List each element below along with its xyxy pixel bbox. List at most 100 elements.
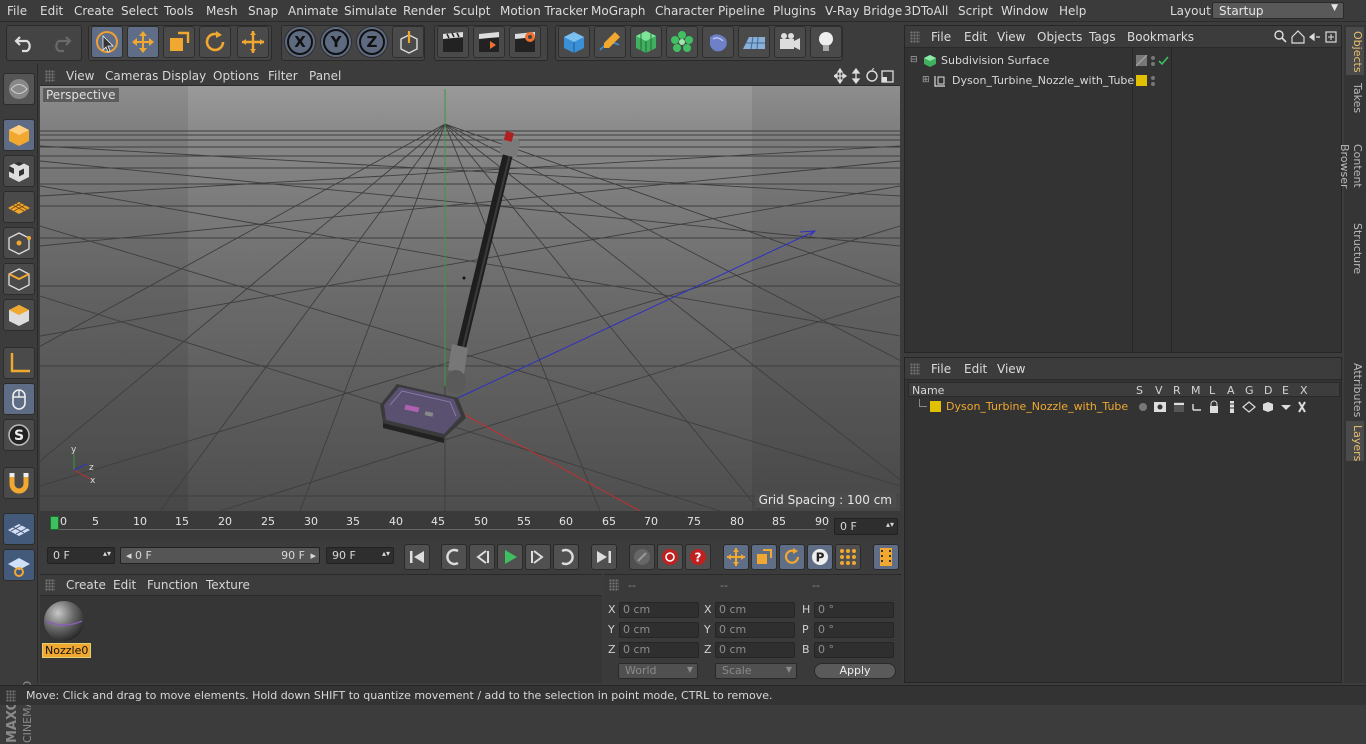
column-animation[interactable]: A (1227, 384, 1235, 397)
tab-takes[interactable]: Takes (1346, 79, 1364, 115)
size-mode-select[interactable]: Scale ▼ (715, 663, 797, 679)
key-pla-button[interactable] (835, 544, 861, 570)
menu-3dtoall[interactable]: 3DToAll (904, 4, 948, 18)
menu-animate[interactable]: Animate (288, 4, 338, 18)
objects-menu-edit[interactable]: Edit (964, 30, 987, 44)
tweak-mode-button[interactable] (3, 383, 35, 415)
key-scale-button[interactable] (751, 544, 777, 570)
current-frame-field[interactable]: 0 F ▴▾ (834, 518, 898, 535)
go-to-start-button[interactable] (404, 544, 430, 570)
menu-create[interactable]: Create (74, 4, 114, 18)
workplane-lock-button[interactable] (3, 513, 35, 545)
column-solo[interactable]: S (1136, 384, 1143, 397)
points-mode-button[interactable] (3, 227, 35, 259)
coordinate-mode-select[interactable]: World ▼ (618, 663, 698, 679)
autokey-button[interactable]: ? (685, 544, 711, 570)
rotation-p-field[interactable]: 0 ° (814, 622, 894, 638)
layer-color-tag[interactable] (1136, 74, 1158, 88)
menu-mograph[interactable]: MoGraph (591, 4, 646, 18)
tab-content-browser[interactable]: Content Browser (1338, 121, 1364, 211)
next-key-button[interactable] (553, 544, 579, 570)
key-rotation-button[interactable] (779, 544, 805, 570)
viewport-menu-display[interactable]: Display (162, 69, 206, 83)
layer-color-swatch[interactable] (930, 401, 941, 412)
workplane-mode-button[interactable] (3, 191, 35, 223)
menu-edit[interactable]: Edit (40, 4, 63, 18)
expand-icon[interactable]: ⊞ (922, 75, 930, 85)
floor-button[interactable] (738, 26, 770, 58)
column-deformers[interactable]: D (1264, 384, 1272, 397)
objects-menu-file[interactable]: File (931, 30, 951, 44)
column-manager[interactable]: M (1191, 384, 1201, 397)
undo-button[interactable] (9, 26, 41, 58)
rotate-tool-button[interactable] (199, 26, 231, 58)
key-position-button[interactable] (723, 544, 749, 570)
light-button[interactable] (810, 26, 842, 58)
collapse-icon[interactable]: ⊟ (910, 55, 918, 65)
texture-mode-button[interactable] (3, 155, 35, 187)
record-off-button[interactable] (629, 544, 655, 570)
rotation-b-field[interactable]: 0 ° (814, 642, 894, 658)
camera-button[interactable] (774, 26, 806, 58)
position-y-field[interactable]: 0 cm (619, 622, 699, 638)
column-expressions[interactable]: E (1282, 384, 1289, 397)
objects-menu-tags[interactable]: Tags (1089, 30, 1116, 44)
play-button[interactable] (497, 544, 523, 570)
previous-key-button[interactable] (441, 544, 467, 570)
edges-mode-button[interactable] (3, 263, 35, 295)
layout-select[interactable]: Startup ▼ (1212, 2, 1344, 19)
material-name[interactable]: Nozzle0 (42, 643, 92, 658)
object-name[interactable]: Dyson_Turbine_Nozzle_with_Tube (952, 74, 1134, 87)
viewport-menu-view[interactable]: View (66, 69, 94, 83)
menu-select[interactable]: Select (121, 4, 158, 18)
camera-label[interactable]: Perspective (43, 88, 119, 102)
render-picture-viewer-button[interactable] (473, 26, 505, 58)
3d-viewport[interactable]: Perspective y z x Grid Spacing : 100 cm (40, 86, 900, 511)
column-locked[interactable]: L (1209, 384, 1215, 397)
menu-file[interactable]: File (7, 4, 27, 18)
object-row-subdivision-surface[interactable]: ⊟ Subdivision Surface (905, 51, 1341, 71)
size-x-field[interactable]: 0 cm (715, 602, 795, 618)
tab-layers[interactable]: Layers (1346, 421, 1364, 461)
z-axis-lock-button[interactable]: Z (356, 26, 388, 58)
position-x-field[interactable]: 0 cm (619, 602, 699, 618)
menu-snap[interactable]: Snap (248, 4, 278, 18)
cube-primitive-button[interactable] (558, 26, 590, 58)
rotation-h-field[interactable]: 0 ° (814, 602, 894, 618)
polygons-mode-button[interactable] (3, 299, 35, 331)
column-xref[interactable]: X (1300, 384, 1308, 397)
subdivision-surface-button[interactable] (630, 26, 662, 58)
key-parameter-button[interactable]: P (807, 544, 833, 570)
objects-menu-view[interactable]: View (997, 30, 1025, 44)
size-y-field[interactable]: 0 cm (715, 622, 795, 638)
axis-mode-button[interactable] (3, 347, 35, 379)
y-axis-lock-button[interactable]: Y (320, 26, 352, 58)
position-z-field[interactable]: 0 cm (619, 642, 699, 658)
timeline-ruler[interactable]: 0 5 10 15 20 25 30 35 40 45 50 55 60 70 … (40, 511, 902, 541)
layers-menu-file[interactable]: File (931, 362, 951, 376)
menu-tools[interactable]: Tools (164, 4, 194, 18)
object-name[interactable]: Subdivision Surface (941, 54, 1049, 67)
menu-character[interactable]: Character (655, 4, 714, 18)
viewport-menu-panel[interactable]: Panel (309, 69, 341, 83)
material-menu-create[interactable]: Create (66, 578, 106, 592)
layers-menu-view[interactable]: View (997, 362, 1025, 376)
transform-tool-button[interactable] (237, 26, 269, 58)
snap-button[interactable] (3, 467, 35, 499)
render-view-button[interactable] (437, 26, 469, 58)
x-axis-lock-button[interactable]: X (284, 26, 316, 58)
layers-menu-edit[interactable]: Edit (964, 362, 987, 376)
go-to-end-button[interactable] (591, 544, 617, 570)
menu-motion-tracker[interactable]: Motion Tracker (500, 4, 588, 18)
redo-button[interactable] (45, 26, 77, 58)
material-menu-texture[interactable]: Texture (206, 578, 250, 592)
cloner-button[interactable] (666, 26, 698, 58)
solo-button[interactable]: S (3, 419, 35, 451)
apply-button[interactable]: Apply (814, 663, 896, 679)
object-manager-tools[interactable] (1273, 29, 1339, 45)
column-generators[interactable]: G (1245, 384, 1254, 397)
end-frame-field[interactable]: 90 F ▴▾ (326, 547, 394, 564)
object-row-dyson-nozzle[interactable]: ⊞ Dyson_Turbine_Nozzle_with_Tube (905, 71, 1341, 91)
start-frame-field[interactable]: 0 F ▴▾ (47, 547, 115, 564)
material-swatch[interactable]: Nozzle0 (42, 599, 92, 658)
